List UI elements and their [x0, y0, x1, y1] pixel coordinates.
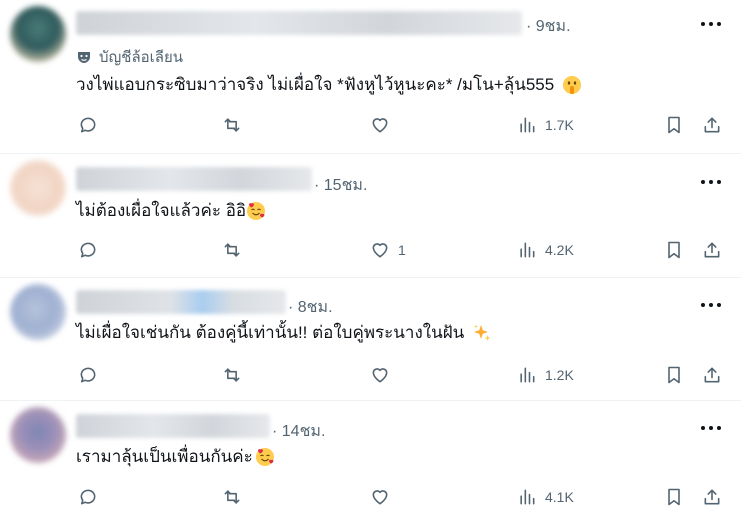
views-icon	[520, 367, 535, 383]
like-count: 1	[398, 242, 406, 258]
avatar[interactable]	[10, 284, 66, 340]
parody-account-badge: บัญชีล้อเลียน	[76, 45, 183, 69]
views-button[interactable]: 4.2K	[517, 237, 574, 263]
bookmark-icon	[668, 488, 680, 506]
sparkles-emoji	[474, 324, 491, 341]
views-icon	[520, 117, 535, 133]
view-count: 1.7K	[545, 117, 574, 133]
share-button[interactable]	[702, 484, 722, 510]
heart-icon	[372, 368, 388, 383]
like-button[interactable]	[370, 362, 398, 388]
view-count: 4.1K	[545, 489, 574, 505]
timestamp[interactable]: · 14ชม.	[272, 419, 325, 444]
share-icon	[704, 242, 720, 258]
like-button[interactable]	[370, 484, 398, 510]
tweet-text: ไม่เผื่อใจเช่นกัน ต้องคู่นี้เท่านั้น!! ต…	[76, 322, 492, 344]
like-button[interactable]: 1	[370, 237, 406, 263]
shushing-face-emoji	[563, 76, 582, 94]
repost-icon	[224, 243, 240, 257]
avatar[interactable]	[10, 6, 66, 62]
more-options-icon[interactable]	[701, 14, 721, 34]
more-options-icon[interactable]	[701, 418, 721, 438]
bookmark-button[interactable]	[664, 484, 684, 510]
tweet-text: ไม่ต้องเผื่อใจแล้วค่ะ อิอิ	[76, 200, 266, 222]
share-icon	[704, 117, 720, 133]
share-icon	[704, 367, 720, 383]
heart-icon	[372, 243, 388, 258]
tweet-2[interactable]: · 15ชม. ไม่ต้องเผื่อใจแล้วค่ะ อิอิ 1 4.2…	[0, 154, 741, 277]
share-icon	[704, 489, 720, 505]
heart-icon	[372, 118, 388, 133]
share-button[interactable]	[702, 112, 722, 138]
tweet-text-content: เรามาลุ้นเป็นเพื่อนกันค่ะ	[76, 447, 253, 466]
views-button[interactable]: 1.7K	[517, 112, 574, 138]
smiling-face-with-hearts-emoji	[247, 202, 266, 220]
bookmark-icon	[668, 116, 680, 134]
tweet-actions: 4.1K	[0, 484, 741, 510]
repost-icon	[224, 490, 240, 504]
reply-icon	[80, 117, 96, 133]
bookmark-button[interactable]	[664, 362, 684, 388]
display-name-blurred[interactable]	[76, 11, 522, 35]
bookmark-icon	[668, 241, 680, 259]
bookmark-icon	[668, 366, 680, 384]
tweet-4[interactable]: · 14ชม. เรามาลุ้นเป็นเพื่อนกันค่ะ 4.1K	[0, 401, 741, 521]
reply-icon	[80, 367, 96, 383]
bookmark-button[interactable]	[664, 112, 684, 138]
tweet-1[interactable]: · 9ชม. บัญชีล้อเลียน วงไพ่แอบกระซิบมาว่า…	[0, 0, 741, 153]
repost-icon	[224, 368, 240, 382]
share-button[interactable]	[702, 237, 722, 263]
timestamp[interactable]: · 15ชม.	[314, 173, 367, 198]
repost-button[interactable]	[222, 112, 242, 138]
view-count: 4.2K	[545, 242, 574, 258]
reply-icon	[80, 489, 96, 505]
smiling-face-with-hearts-emoji	[255, 448, 274, 466]
tweet-actions: 1.2K	[0, 362, 741, 388]
reply-button[interactable]	[78, 484, 98, 510]
views-icon	[520, 489, 535, 505]
tweet-3[interactable]: · 8ชม. ไม่เผื่อใจเช่นกัน ต้องคู่นี้เท่าน…	[0, 278, 741, 400]
bookmark-button[interactable]	[664, 237, 684, 263]
timestamp[interactable]: · 8ชม.	[288, 295, 333, 320]
like-button[interactable]	[370, 112, 398, 138]
views-icon	[520, 242, 535, 258]
display-name-blurred[interactable]	[76, 167, 312, 191]
avatar[interactable]	[10, 160, 66, 216]
repost-button[interactable]	[222, 362, 242, 388]
reply-button[interactable]	[78, 112, 98, 138]
mask-icon	[78, 52, 90, 63]
tweet-text-content: วงไพ่แอบกระซิบมาว่าจริง ไม่เผื่อใจ *ฟังห…	[76, 75, 555, 94]
display-name-blurred[interactable]	[76, 414, 270, 438]
tweet-text: เรามาลุ้นเป็นเพื่อนกันค่ะ	[76, 446, 275, 468]
tweet-text-content: ไม่เผื่อใจเช่นกัน ต้องคู่นี้เท่านั้น!! ต…	[76, 323, 465, 342]
share-button[interactable]	[702, 362, 722, 388]
tweet-text-content: ไม่ต้องเผื่อใจแล้วค่ะ อิอิ	[76, 201, 247, 220]
timestamp[interactable]: · 9ชม.	[526, 14, 571, 39]
repost-button[interactable]	[222, 237, 242, 263]
repost-button[interactable]	[222, 484, 242, 510]
more-options-icon[interactable]	[701, 295, 721, 315]
tweet-actions: 1 4.2K	[0, 237, 741, 263]
avatar[interactable]	[10, 407, 66, 463]
views-button[interactable]: 4.1K	[517, 484, 574, 510]
repost-icon	[224, 118, 240, 132]
reply-icon	[80, 242, 96, 258]
more-options-icon[interactable]	[701, 172, 721, 192]
views-button[interactable]: 1.2K	[517, 362, 574, 388]
reply-button[interactable]	[78, 362, 98, 388]
reply-button[interactable]	[78, 237, 98, 263]
display-name-blurred[interactable]	[76, 290, 286, 314]
view-count: 1.2K	[545, 367, 574, 383]
badge-label: บัญชีล้อเลียน	[99, 49, 184, 66]
tweet-actions: 1.7K	[0, 112, 741, 138]
heart-icon	[372, 490, 388, 505]
tweet-text: วงไพ่แอบกระซิบมาว่าจริง ไม่เผื่อใจ *ฟังห…	[76, 74, 582, 96]
